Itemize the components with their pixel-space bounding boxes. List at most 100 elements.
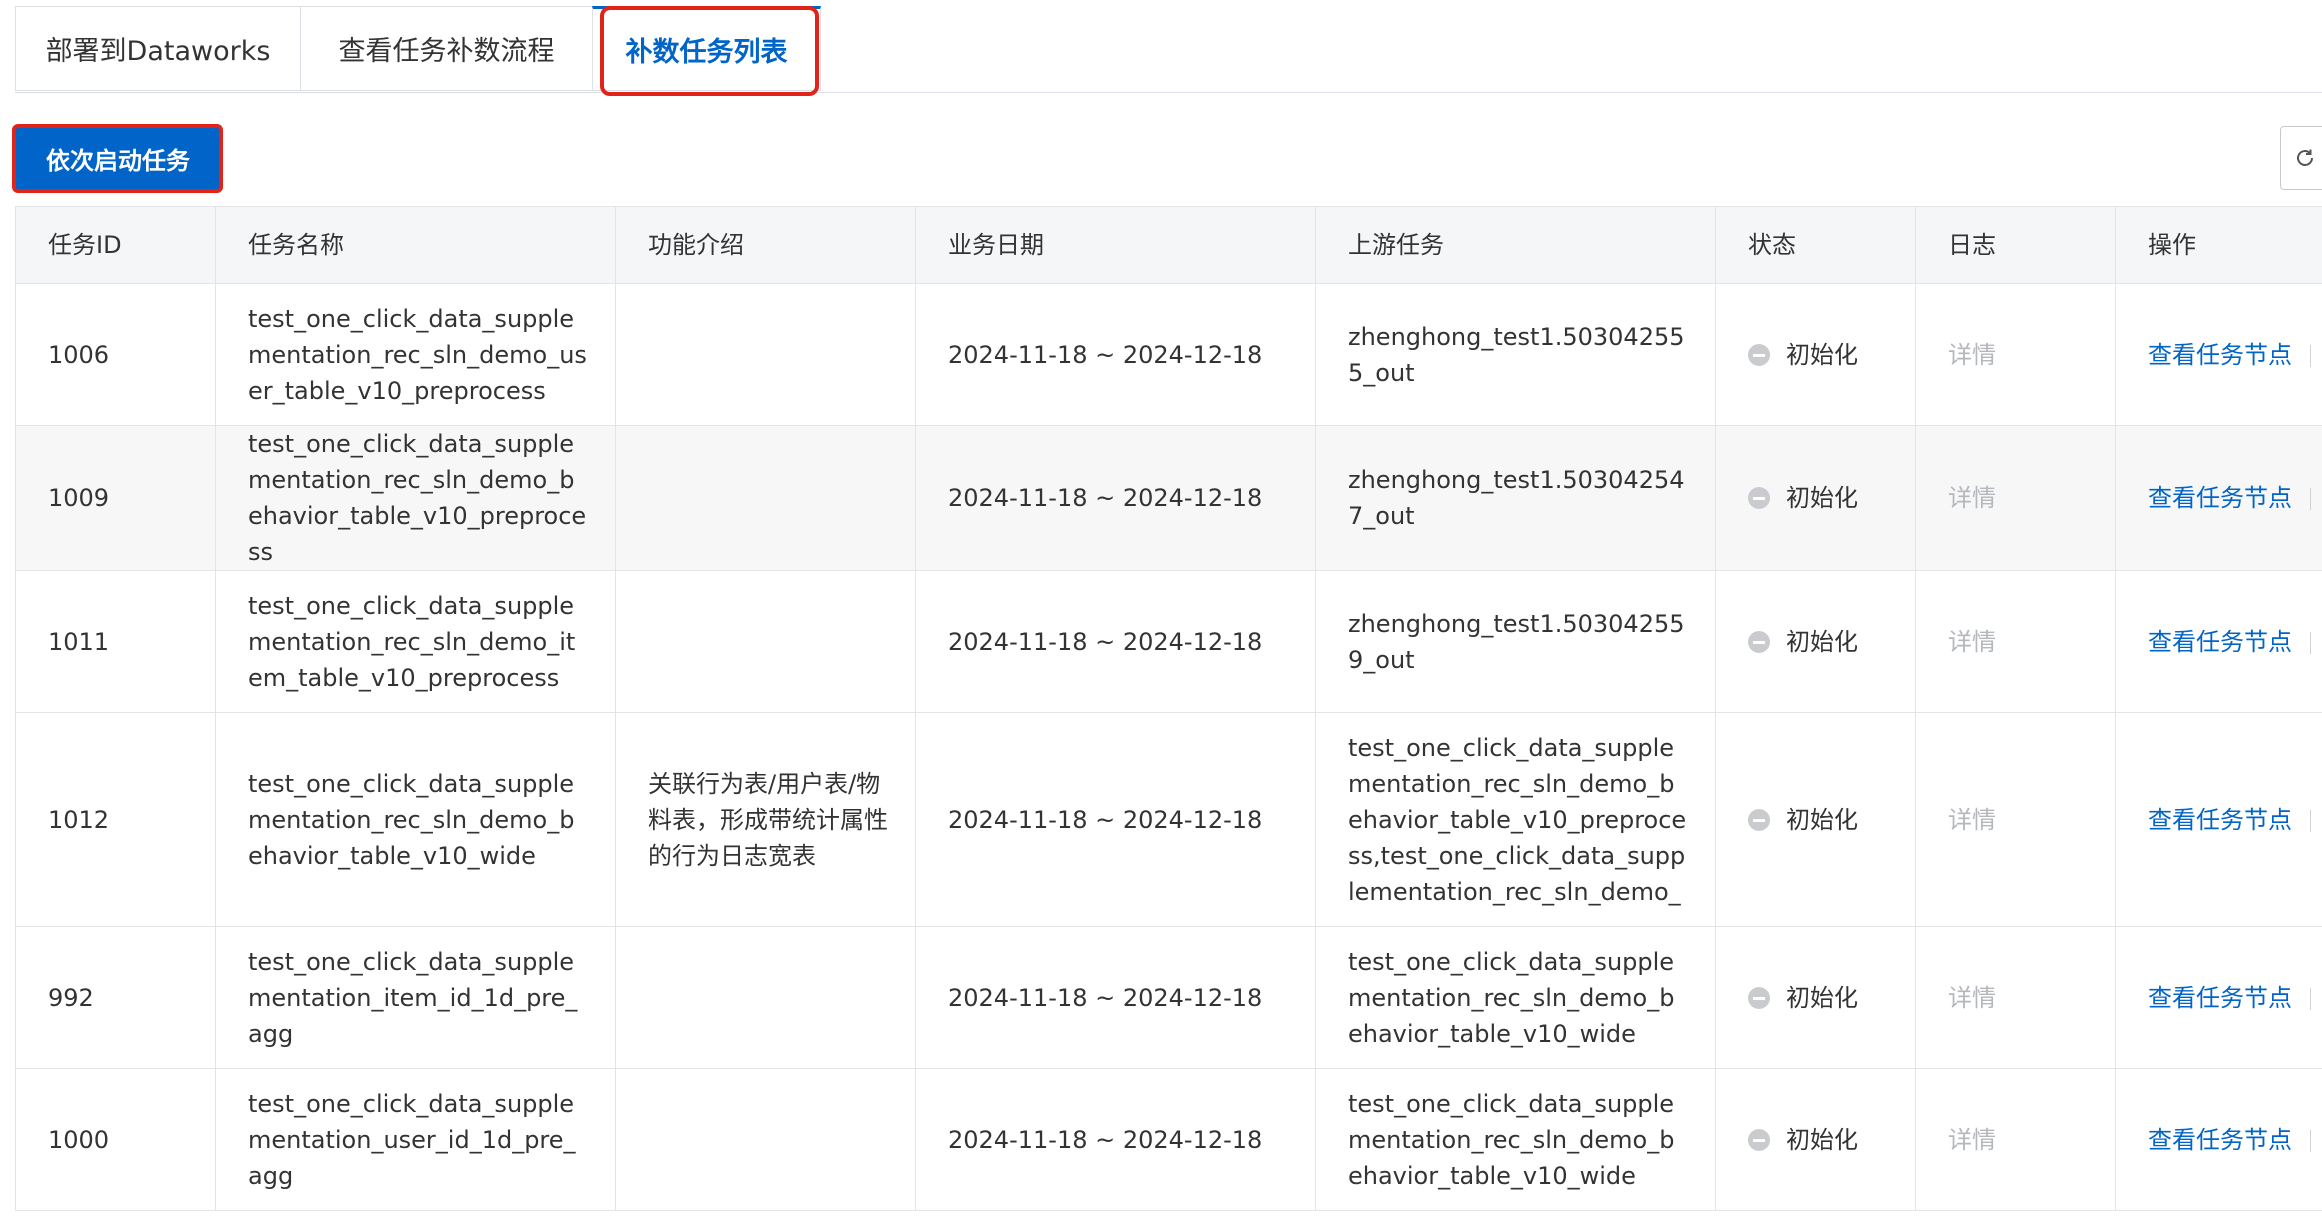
log-details-link[interactable]: 详情 bbox=[1948, 341, 1996, 369]
backfill-task-table: 任务ID 任务名称 功能介绍 业务日期 上游任务 状态 日志 操作 1006 t… bbox=[15, 206, 2322, 1211]
cell-log: 详情 bbox=[1915, 283, 2116, 426]
tab-deploy-dataworks[interactable]: 部署到Dataworks bbox=[15, 6, 300, 91]
column-header-upstream-task: 上游任务 bbox=[1315, 206, 1716, 284]
action-divider bbox=[2310, 344, 2311, 367]
table-row: 992 test_one_click_data_supplementation_… bbox=[15, 926, 2322, 1069]
cell-task-id: 1009 bbox=[15, 425, 216, 571]
table-row: 1006 test_one_click_data_supplementation… bbox=[15, 283, 2322, 426]
status-init-icon bbox=[1748, 487, 1770, 509]
cell-actions: 查看任务节点 bbox=[2115, 712, 2322, 927]
view-task-node-link[interactable]: 查看任务节点 bbox=[2148, 1126, 2292, 1154]
cell-status: 初始化 bbox=[1715, 570, 1916, 713]
start-tasks-sequentially-button[interactable]: 依次启动任务 bbox=[15, 126, 221, 190]
view-task-node-link[interactable]: 查看任务节点 bbox=[2148, 984, 2292, 1012]
cell-status: 初始化 bbox=[1715, 1068, 1916, 1211]
table-row: 1000 test_one_click_data_supplementation… bbox=[15, 1068, 2322, 1211]
cell-actions: 查看任务节点 bbox=[2115, 1068, 2322, 1211]
refresh-icon bbox=[2297, 149, 2313, 166]
cell-description bbox=[615, 425, 916, 571]
cell-log: 详情 bbox=[1915, 926, 2116, 1069]
cell-log: 详情 bbox=[1915, 1068, 2116, 1211]
status-init-icon bbox=[1748, 986, 1770, 1009]
column-header-task-name: 任务名称 bbox=[215, 206, 616, 284]
tab-backfill-task-list[interactable]: 补数任务列表 bbox=[592, 6, 821, 91]
action-divider bbox=[2310, 987, 2311, 1010]
cell-task-name: test_one_click_data_supplementation_rec_… bbox=[215, 712, 616, 927]
status-init-icon bbox=[1748, 343, 1770, 366]
log-details-link[interactable]: 详情 bbox=[1948, 806, 1996, 834]
column-header-log: 日志 bbox=[1915, 206, 2116, 284]
action-divider bbox=[2310, 809, 2311, 832]
cell-upstream-task: test_one_click_data_supplementation_rec_… bbox=[1315, 1068, 1716, 1211]
tab-divider bbox=[15, 92, 2322, 93]
cell-task-id: 992 bbox=[15, 926, 216, 1069]
cell-task-name: test_one_click_data_supplementation_rec_… bbox=[215, 283, 616, 426]
cell-business-date: 2024-11-18 ~ 2024-12-18 bbox=[915, 1068, 1316, 1211]
column-header-status: 状态 bbox=[1715, 206, 1916, 284]
log-details-link[interactable]: 详情 bbox=[1948, 984, 1996, 1012]
cell-business-date: 2024-11-18 ~ 2024-12-18 bbox=[915, 425, 1316, 571]
status-label: 初始化 bbox=[1786, 484, 1858, 512]
log-details-link[interactable]: 详情 bbox=[1948, 1126, 1996, 1154]
tab-bar: 部署到Dataworks 查看任务补数流程 补数任务列表 bbox=[15, 6, 821, 93]
status-init-icon bbox=[1748, 1128, 1770, 1151]
cell-business-date: 2024-11-18 ~ 2024-12-18 bbox=[915, 712, 1316, 927]
column-header-description: 功能介绍 bbox=[615, 206, 916, 284]
cell-upstream-task: zhenghong_test1.503042559_out bbox=[1315, 570, 1716, 713]
cell-status: 初始化 bbox=[1715, 712, 1916, 927]
action-divider bbox=[2310, 1129, 2311, 1152]
tab-backfill-flow[interactable]: 查看任务补数流程 bbox=[300, 6, 592, 91]
cell-log: 详情 bbox=[1915, 712, 2116, 927]
cell-task-name: test_one_click_data_supplementation_item… bbox=[215, 926, 616, 1069]
log-details-link[interactable]: 详情 bbox=[1948, 628, 1996, 656]
cell-log: 详情 bbox=[1915, 570, 2116, 713]
cell-business-date: 2024-11-18 ~ 2024-12-18 bbox=[915, 926, 1316, 1069]
cell-upstream-task: zhenghong_test1.503042555_out bbox=[1315, 283, 1716, 426]
task-table-container: 任务ID 任务名称 功能介绍 业务日期 上游任务 状态 日志 操作 1006 t… bbox=[15, 206, 2322, 1220]
view-task-node-link[interactable]: 查看任务节点 bbox=[2148, 628, 2292, 656]
cell-task-id: 1006 bbox=[15, 283, 216, 426]
cell-task-id: 1012 bbox=[15, 712, 216, 927]
view-task-node-link[interactable]: 查看任务节点 bbox=[2148, 341, 2292, 369]
status-init-icon bbox=[1748, 630, 1770, 653]
cell-task-id: 1011 bbox=[15, 570, 216, 713]
cell-business-date: 2024-11-18 ~ 2024-12-18 bbox=[915, 283, 1316, 426]
cell-upstream-task: test_one_click_data_supplementation_rec_… bbox=[1315, 712, 1716, 927]
column-header-business-date: 业务日期 bbox=[915, 206, 1316, 284]
log-details-link[interactable]: 详情 bbox=[1948, 484, 1996, 512]
view-task-node-link[interactable]: 查看任务节点 bbox=[2148, 806, 2292, 834]
cell-log: 详情 bbox=[1915, 425, 2116, 571]
action-divider bbox=[2310, 488, 2311, 510]
cell-task-name: test_one_click_data_supplementation_rec_… bbox=[215, 570, 616, 713]
cell-actions: 查看任务节点 bbox=[2115, 283, 2322, 426]
cell-description: 关联行为表/用户表/物料表，形成带统计属性的行为日志宽表 bbox=[615, 712, 916, 927]
cell-actions: 查看任务节点 bbox=[2115, 425, 2322, 571]
status-init-icon bbox=[1748, 808, 1770, 831]
cell-description bbox=[615, 1068, 916, 1211]
column-header-actions: 操作 bbox=[2115, 206, 2322, 284]
view-task-node-link[interactable]: 查看任务节点 bbox=[2148, 484, 2292, 512]
table-row: 1012 test_one_click_data_supplementation… bbox=[15, 712, 2322, 927]
cell-actions: 查看任务节点 bbox=[2115, 570, 2322, 713]
cell-business-date: 2024-11-18 ~ 2024-12-18 bbox=[915, 570, 1316, 713]
cell-task-id: 1000 bbox=[15, 1068, 216, 1211]
cell-task-name: test_one_click_data_supplementation_user… bbox=[215, 1068, 616, 1211]
action-divider bbox=[2310, 631, 2311, 654]
status-label: 初始化 bbox=[1786, 1125, 1858, 1154]
cell-description bbox=[615, 570, 916, 713]
cell-upstream-task: zhenghong_test1.503042547_out bbox=[1315, 425, 1716, 571]
status-label: 初始化 bbox=[1786, 627, 1858, 656]
table-header-row: 任务ID 任务名称 功能介绍 业务日期 上游任务 状态 日志 操作 bbox=[15, 206, 2322, 284]
cell-description bbox=[615, 926, 916, 1069]
cell-actions: 查看任务节点 bbox=[2115, 926, 2322, 1069]
cell-status: 初始化 bbox=[1715, 425, 1916, 571]
cell-status: 初始化 bbox=[1715, 283, 1916, 426]
cell-description bbox=[615, 283, 916, 426]
status-label: 初始化 bbox=[1786, 340, 1858, 369]
column-header-task-id: 任务ID bbox=[15, 206, 216, 284]
table-row: 1011 test_one_click_data_supplementation… bbox=[15, 570, 2322, 713]
refresh-button[interactable] bbox=[2280, 126, 2322, 190]
status-label: 初始化 bbox=[1786, 983, 1858, 1012]
cell-upstream-task: test_one_click_data_supplementation_rec_… bbox=[1315, 926, 1716, 1069]
cell-task-name: test_one_click_data_supplementation_rec_… bbox=[215, 425, 616, 571]
